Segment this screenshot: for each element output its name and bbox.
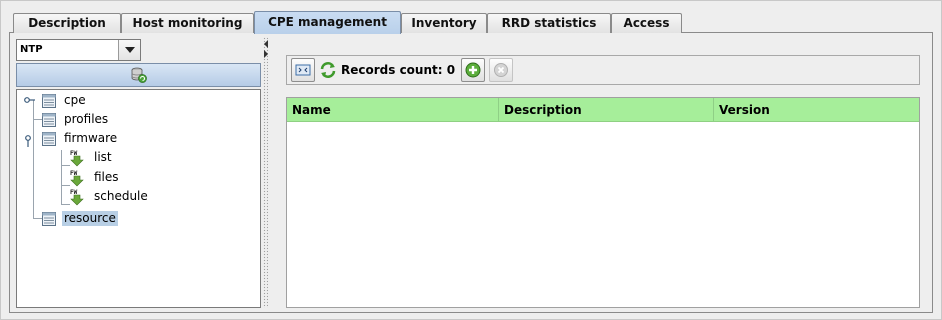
column-header-name[interactable]: Name (287, 98, 499, 121)
tree-node-label: cpe (64, 93, 86, 107)
device-type-value: NTP (20, 44, 43, 55)
tree-node-label: list (94, 150, 112, 164)
table-icon (42, 93, 56, 108)
tab-cpe-management[interactable]: CPE management (254, 11, 401, 34)
fit-columns-icon (295, 64, 311, 76)
tab-content-panel: NTP cpe profiles firmware FW list FW fil… (9, 33, 933, 313)
right-pane: Records count: 0 Name Description Versio… (272, 39, 928, 308)
collapse-handle-icon[interactable] (24, 135, 32, 147)
tree-node-label: resource (62, 211, 118, 226)
tree-node-label: schedule (94, 189, 148, 203)
tree-connector (61, 150, 62, 205)
tree-node-label: files (94, 170, 119, 184)
tree-node-resource[interactable]: resource (41, 209, 118, 228)
expand-handle-icon[interactable] (24, 96, 36, 104)
table-header: Name Description Version (287, 98, 919, 122)
refresh-icon (320, 62, 336, 78)
tab-description[interactable]: Description (13, 13, 121, 33)
tree-connector (33, 100, 34, 218)
tree-node-files[interactable]: FW files (69, 168, 121, 187)
tab-host-monitoring[interactable]: Host monitoring (121, 13, 254, 33)
table-icon (42, 211, 56, 226)
tree-node-firmware[interactable]: firmware (41, 129, 119, 148)
left-pane: NTP cpe profiles firmware FW list FW fil… (16, 39, 261, 308)
device-type-select[interactable]: NTP (16, 39, 141, 61)
add-record-button[interactable] (461, 58, 486, 82)
tree-node-profiles[interactable]: profiles (41, 110, 110, 129)
delete-icon (494, 63, 509, 77)
fw-download-icon: FW (70, 189, 84, 205)
database-refresh-icon (131, 67, 147, 83)
tree-node-list[interactable]: FW list (69, 148, 114, 167)
fw-download-icon: FW (70, 150, 84, 166)
pane-splitter[interactable] (263, 37, 268, 308)
records-count-label: Records count: 0 (341, 63, 456, 77)
tree-node-schedule[interactable]: FW schedule (69, 187, 150, 206)
tab-inventory[interactable]: Inventory (401, 13, 487, 33)
delete-record-button[interactable] (489, 58, 514, 82)
tree-node-label: firmware (64, 131, 118, 145)
fw-download-icon: FW (70, 170, 84, 186)
tab-bar: Description Host monitoring CPE manageme… (9, 11, 933, 34)
column-header-description[interactable]: Description (499, 98, 714, 121)
grid-toolbar: Records count: 0 (286, 55, 920, 85)
tree-node-label: profiles (64, 112, 109, 126)
table-icon (42, 112, 56, 127)
fit-columns-button[interactable] (291, 58, 315, 82)
table-icon (42, 131, 56, 146)
tree-node-cpe[interactable]: cpe (41, 91, 88, 110)
tab-access[interactable]: Access (611, 13, 682, 33)
column-header-version[interactable]: Version (714, 98, 919, 121)
splitter-collapse-arrows-icon[interactable] (263, 39, 269, 59)
add-icon (465, 62, 481, 78)
navigation-tree: cpe profiles firmware FW list FW files F… (16, 89, 261, 308)
tab-rrd-statistics[interactable]: RRD statistics (487, 13, 611, 33)
records-table: Name Description Version (286, 97, 920, 308)
chevron-down-icon[interactable] (118, 40, 140, 60)
refresh-button[interactable] (318, 58, 338, 82)
application-window: Description Host monitoring CPE manageme… (0, 0, 942, 320)
refresh-tree-button[interactable] (16, 63, 261, 87)
